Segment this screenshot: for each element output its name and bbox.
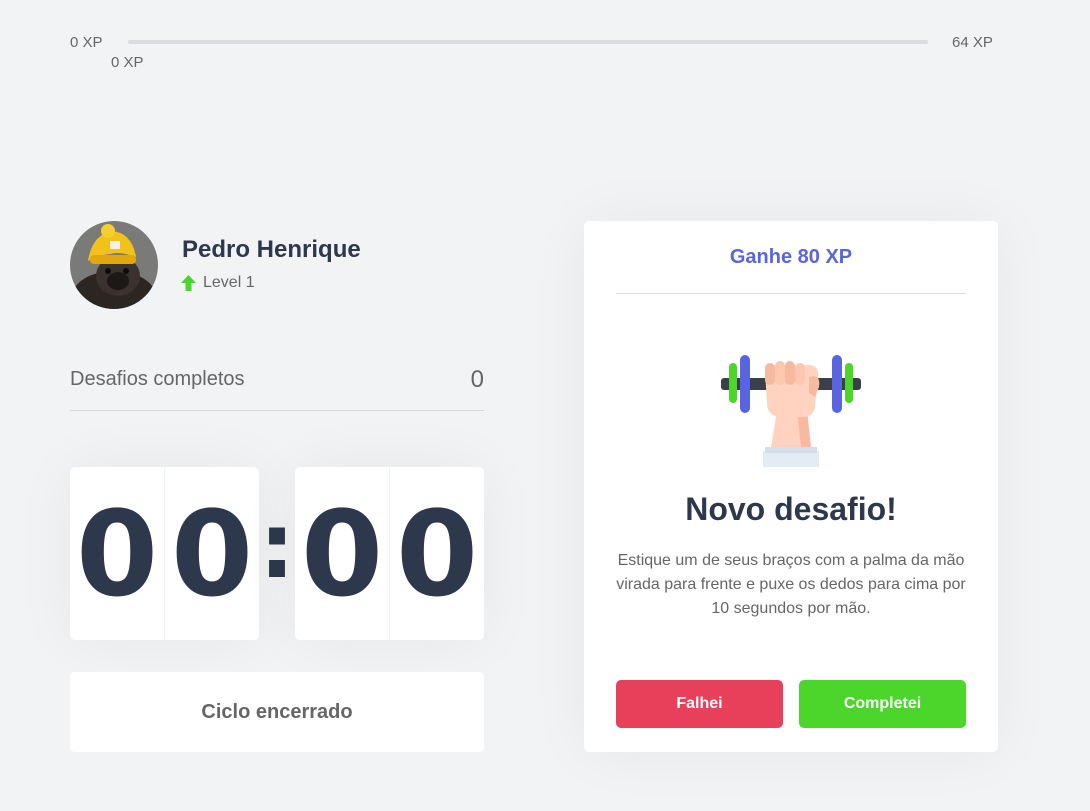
completed-challenges-label: Desafios completos xyxy=(70,368,245,390)
minute-digit: 0 xyxy=(170,484,254,623)
cycle-ended-button[interactable]: Ciclo encerrado xyxy=(70,672,484,752)
countdown-seconds: 0 0 xyxy=(295,467,484,640)
challenge-reward: Ganhe 80 XP xyxy=(616,221,966,294)
minute-digit: 0 xyxy=(70,467,165,640)
completed-challenges-count: 0 xyxy=(470,366,484,393)
xp-min-label: 0 XP xyxy=(70,34,103,51)
failed-button[interactable]: Falhei xyxy=(616,680,783,728)
completed-challenges: Desafios completos 0 xyxy=(70,358,484,411)
xp-current-label: 0 XP xyxy=(111,54,144,71)
level-up-arrow-icon xyxy=(181,275,196,291)
challenge-description: Estique um de seus braços com a palma da… xyxy=(616,552,966,617)
xp-progress-track xyxy=(128,40,928,44)
pug-avatar-photo xyxy=(70,221,158,309)
challenge-card: Ganhe 80 XP Novo desafio! Estique um de … xyxy=(584,221,998,752)
second-digit: 0 xyxy=(395,484,479,623)
countdown: 0 0 : 0 0 xyxy=(70,467,484,640)
avatar xyxy=(70,221,158,309)
countdown-separator: : xyxy=(259,494,295,599)
dumbbell-arm-icon xyxy=(717,351,865,471)
second-digit: 0 xyxy=(295,467,390,640)
completed-button[interactable]: Completei xyxy=(799,680,966,728)
profile-name: Pedro Henrique xyxy=(182,236,361,263)
level-label: Level 1 xyxy=(203,274,255,291)
xp-max-label: 64 XP xyxy=(952,34,993,51)
challenge-title: Novo desafio! xyxy=(685,491,897,527)
countdown-minutes: 0 0 xyxy=(70,467,259,640)
profile-level: Level 1 xyxy=(181,274,255,292)
